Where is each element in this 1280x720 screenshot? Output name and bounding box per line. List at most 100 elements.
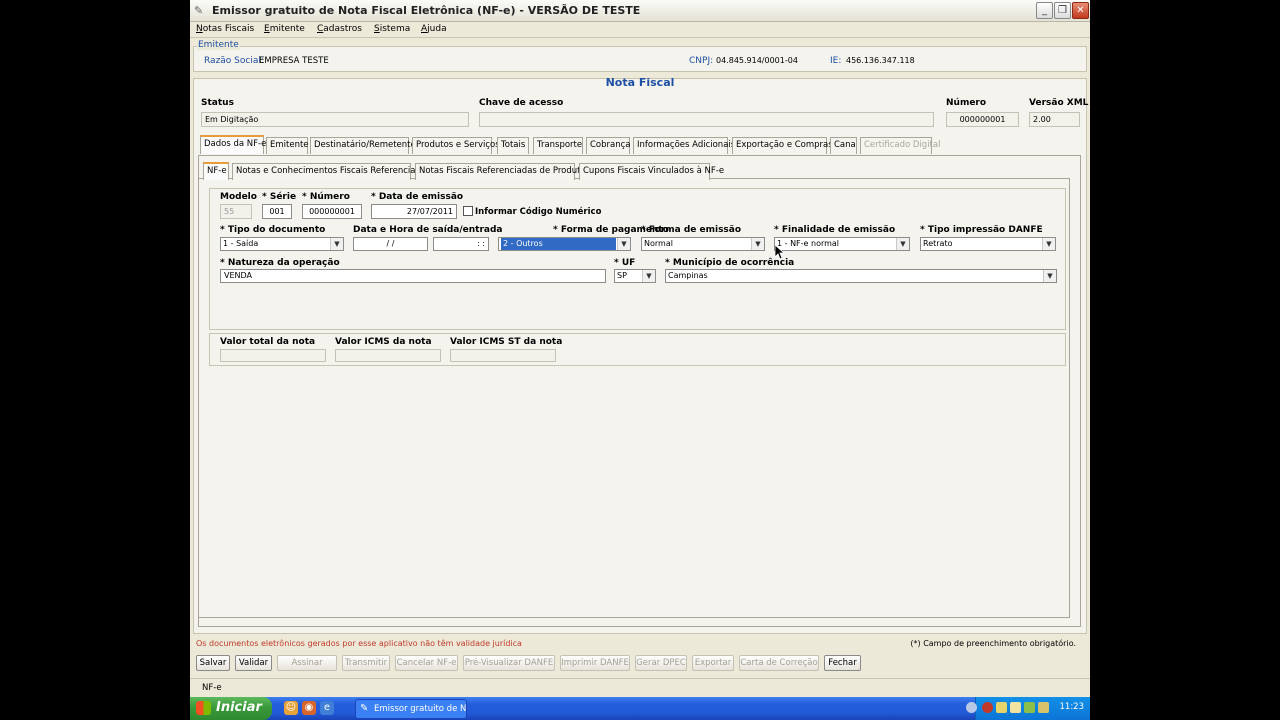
taskbar-app-button[interactable]: ✎ Emissor gratuito de N... — [355, 699, 467, 719]
status-field: Em Digitação — [201, 112, 469, 127]
hora-saida-field[interactable]: : : — [433, 237, 489, 251]
data-emissao-field[interactable]: 27/07/2011 — [371, 204, 457, 219]
subtab-cupons[interactable]: Cupons Fiscais Vinculados à NF-e — [579, 163, 724, 180]
data-emissao-label: * Data de emissão — [371, 192, 464, 202]
tab-exportacao[interactable]: Exportação e Compras — [732, 137, 833, 154]
municipio-select[interactable]: Campinas ▼ — [665, 269, 1057, 283]
uf-select[interactable]: SP ▼ — [614, 269, 656, 283]
tab-emitente[interactable]: Emitente — [266, 137, 309, 154]
title-bar: ✎ Emissor gratuito de Nota Fiscal Eletrô… — [190, 0, 1090, 22]
menu-notas-fiscais[interactable]: Notas Fiscais — [196, 24, 254, 34]
tipo-documento-select[interactable]: 1 - Saída ▼ — [220, 237, 344, 251]
tab-produtos[interactable]: Produtos e Serviços — [412, 137, 500, 154]
menu-ajuda[interactable]: Ajuda — [421, 24, 447, 34]
codigo-numerico-checkbox[interactable] — [463, 206, 473, 216]
numero-nota-field: 000000001 — [946, 112, 1019, 127]
app-icon: ✎ — [360, 703, 369, 714]
pre-visualizar-danfe-button: Pré-Visualizar DANFE — [463, 655, 555, 671]
quicklaunch-ie-icon[interactable]: e — [320, 701, 334, 715]
tab-cobranca[interactable]: Cobrança — [586, 137, 631, 154]
numero-nota-label: Número — [946, 98, 987, 108]
taskbar: Iniciar ☺ ◉ e ✎ Emissor gratuito de N... … — [190, 697, 1090, 720]
tab-transporte[interactable]: Transporte — [533, 137, 583, 154]
chave-acesso-field — [479, 112, 934, 127]
app-icon: ✎ — [194, 4, 204, 17]
menu-bar: Notas Fiscais Emitente Cadastros Sistema… — [190, 22, 1090, 38]
maximize-button[interactable]: ❐ — [1054, 2, 1071, 19]
salvar-button[interactable]: Salvar — [196, 655, 230, 671]
tab-dados-nfe[interactable]: Dados da NF-e — [200, 135, 266, 154]
chave-acesso-label: Chave de acesso — [479, 98, 564, 108]
tray-network-icon[interactable] — [1024, 702, 1035, 713]
gerar-dpec-button: Gerar DPEC — [635, 655, 687, 671]
quicklaunch-folder-icon[interactable]: ☺ — [284, 701, 298, 715]
natureza-operacao-label: * Natureza da operação — [220, 258, 340, 268]
codigo-numerico-label: Informar Código Numérico — [475, 207, 602, 217]
forma-pagamento-select[interactable]: 2 - Outros ▼ — [498, 237, 631, 251]
valor-total-label: Valor total da nota — [220, 337, 316, 347]
validar-button[interactable]: Validar — [235, 655, 272, 671]
nota-fiscal-title: Nota Fiscal — [605, 76, 675, 89]
subtab-notas-produtor[interactable]: Notas Fiscais Referenciadas de Produtor — [415, 163, 589, 180]
tab-informacoes[interactable]: Informações Adicionais — [633, 137, 735, 154]
numero-label: * Número — [302, 192, 350, 202]
clock: 11:23 — [1059, 702, 1085, 712]
valor-icms-label: Valor ICMS da nota — [335, 337, 432, 347]
serie-label: * Série — [262, 192, 297, 202]
status-text: NF-e — [202, 683, 222, 693]
required-note: (*) Campo de preenchimento obrigatório. — [910, 639, 1076, 648]
tab-cana[interactable]: Cana — [830, 137, 857, 154]
tray-record-icon[interactable] — [982, 702, 993, 713]
tab-totais[interactable]: Totais — [497, 137, 529, 154]
ie-value: 456.136.347.118 — [846, 56, 915, 65]
status-label: Status — [201, 98, 234, 108]
data-hora-saida-label: Data e Hora de saída/entrada — [353, 225, 503, 235]
finalidade-emissao-select[interactable]: 1 - NF-e normal ▼ — [774, 237, 910, 251]
menu-emitente[interactable]: Emitente — [264, 24, 305, 34]
data-saida-field[interactable]: / / — [353, 237, 428, 251]
natureza-operacao-field[interactable]: VENDA — [220, 269, 606, 283]
close-button[interactable]: ✕ — [1072, 2, 1089, 19]
system-tray: 11:23 — [966, 697, 1090, 720]
finalidade-emissao-label: * Finalidade de emissão — [774, 225, 896, 235]
exportar-button: Exportar — [692, 655, 734, 671]
forma-emissao-select[interactable]: Normal ▼ — [641, 237, 765, 251]
tipo-danfe-select[interactable]: Retrato ▼ — [920, 237, 1056, 251]
subtab-nfe[interactable]: NF-e — [203, 162, 229, 180]
chevron-down-icon: ▼ — [751, 238, 764, 250]
cnpj-label: CNPJ: — [689, 56, 714, 66]
tray-security-icon[interactable] — [1038, 702, 1049, 713]
valor-icms-st-label: Valor ICMS ST da nota — [450, 337, 563, 347]
valor-total-field — [220, 349, 326, 362]
ie-label: IE: — [830, 56, 842, 66]
tray-arrow-icon[interactable] — [966, 702, 977, 713]
start-button[interactable]: Iniciar — [190, 697, 272, 720]
cnpj-value: 04.845.914/0001-04 — [716, 56, 798, 65]
emitente-legend: Emitente — [197, 40, 240, 50]
numero-field[interactable]: 000000001 — [302, 204, 362, 219]
emitente-panel: Emitente Razão Social: EMPRESA TESTE CNP… — [193, 40, 1087, 72]
validity-warning: Os documentos eletrônicos gerados por es… — [196, 639, 522, 648]
windows-logo-icon — [196, 701, 211, 715]
tab-destinatario[interactable]: Destinatário/Remetente — [310, 137, 416, 154]
valor-icms-field — [335, 349, 441, 362]
fechar-button[interactable]: Fechar — [824, 655, 861, 671]
tray-smiley-icon[interactable] — [1010, 702, 1021, 713]
serie-field[interactable]: 001 — [262, 204, 292, 219]
minimize-button[interactable]: _ — [1036, 2, 1053, 19]
tray-edit-icon[interactable] — [996, 702, 1007, 713]
tab-certificado: Certificado Digital — [860, 137, 940, 154]
carta-correcao-button: Carta de Correção — [739, 655, 819, 671]
subtab-notas-conhecimentos[interactable]: Notas e Conhecimentos Fiscais Referencia… — [232, 163, 431, 180]
menu-sistema[interactable]: Sistema — [374, 24, 410, 34]
window-title: Emissor gratuito de Nota Fiscal Eletrôni… — [212, 4, 641, 17]
razao-social-value: EMPRESA TESTE — [259, 56, 329, 66]
modelo-label: Modelo — [220, 192, 257, 202]
tipo-danfe-label: * Tipo impressão DANFE — [920, 225, 1043, 235]
chevron-down-icon: ▼ — [617, 238, 630, 250]
chevron-down-icon: ▼ — [1043, 270, 1056, 282]
transmitir-button: Transmitir — [342, 655, 390, 671]
quicklaunch-firefox-icon[interactable]: ◉ — [302, 701, 316, 715]
chevron-down-icon: ▼ — [1042, 238, 1055, 250]
menu-cadastros[interactable]: Cadastros — [317, 24, 362, 34]
